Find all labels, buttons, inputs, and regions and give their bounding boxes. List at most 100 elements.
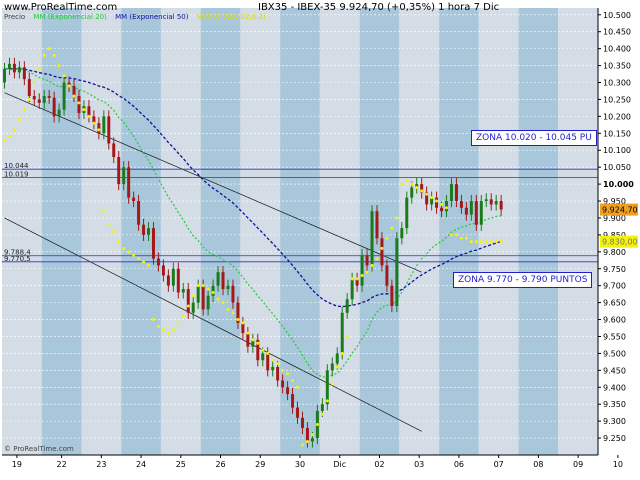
candle-body [137,201,141,225]
sar-dot [281,368,285,372]
candle-body [216,272,220,286]
day-band [478,8,519,455]
sar-dot [22,108,26,112]
x-tick-label: 24 [136,460,146,469]
y-tick-label: 10.450 [603,28,631,37]
x-tick-label: 09 [573,460,583,469]
sar-dot [459,236,463,240]
candle-body [7,63,11,69]
sar-dot [57,64,61,68]
candle-body [201,285,205,310]
candle-body [161,265,165,276]
sar-dot [7,135,11,139]
candle-body [479,201,483,225]
y-tick-label: 9.400 [603,383,626,392]
x-tick-label: 19 [12,460,22,469]
x-tick-label: Dic [333,460,346,469]
day-band [518,8,559,455]
sar-dot [132,253,136,257]
y-tick-label: 9.800 [603,248,626,257]
sar-dot [221,301,225,305]
y-tick-label: 10.050 [603,163,631,172]
candle-body [47,96,51,98]
x-tick-label: 10 [613,460,623,469]
sar-dot [137,257,141,261]
sar-dot [474,240,478,244]
sar-badge-label: 9.830,00 [602,238,638,247]
candle-body [186,289,190,313]
legend-mm50[interactable]: MM (Exponencial 50) [115,13,188,21]
sar-dot [375,257,379,261]
sar-dot [415,185,419,189]
sar-dot [365,270,369,274]
sar-dot [271,358,275,362]
candle-body [390,285,394,306]
sar-dot [151,318,155,322]
sar-dot [286,372,290,376]
candle-body [300,417,304,428]
sar-dot [196,284,200,288]
sar-dot [181,314,185,318]
candle-body [440,207,444,212]
sar-dot [67,84,71,88]
sar-dot [12,128,16,132]
sar-dot [380,246,384,250]
candle-body [127,167,131,198]
x-tick-label: 06 [454,460,464,469]
sar-dot [206,287,210,291]
price-chart[interactable]: 10.04410.0199.788,49.770,510.50010.45010… [0,0,640,480]
candle-body [181,289,185,293]
candle-body [166,275,170,286]
sar-dot [87,114,91,118]
sar-dot [82,108,86,112]
sar-dot [37,67,41,71]
candle-body [22,67,26,80]
candle-body [445,201,449,212]
candle-body [17,67,21,73]
sar-dot [296,385,300,389]
candle-body [32,96,36,100]
candle-body [176,268,180,293]
candle-body [330,363,334,371]
y-tick-label: 10.150 [603,129,631,138]
candle-body [97,123,101,134]
y-tick-label: 10.400 [603,45,631,54]
sar-dot [395,216,399,220]
candle-body [345,299,349,313]
candle-body [464,207,468,215]
sar-dot [489,240,493,244]
y-tick-label: 9.550 [603,332,626,341]
sar-dot [52,53,56,57]
x-tick-label: 07 [494,460,504,469]
candle-body [142,224,146,235]
candle-body [117,157,121,185]
candle-body [231,285,235,303]
candle-body [246,333,250,347]
sar-dot [440,202,444,206]
sar-dot [236,318,240,322]
sar-dot [355,277,359,281]
candle-body [266,353,270,371]
candle-body [226,285,230,290]
candle-body [281,380,285,388]
sar-dot [330,382,334,386]
candle-body [196,285,200,303]
candle-body [151,228,155,259]
legend-mm20[interactable]: MM (Exponencial 20) [33,13,106,21]
sar-dot [142,260,146,264]
sar-dot [97,128,101,132]
candle-body [360,255,364,286]
candle-body [271,366,275,371]
sar-dot [256,341,260,345]
candle-body [494,201,498,205]
candle-body [261,353,265,361]
sar-dot [410,182,414,186]
sar-dot [400,182,404,186]
sar-dot [405,179,409,183]
candle-body [489,199,493,205]
x-tick-label: 02 [374,460,384,469]
legend-sar[interactable]: SAR (0,02;0,02;0,2) [197,13,266,21]
sar-dot [107,223,111,227]
legend-price[interactable]: Precio [4,13,25,21]
y-tick-label: 10.250 [603,95,631,104]
